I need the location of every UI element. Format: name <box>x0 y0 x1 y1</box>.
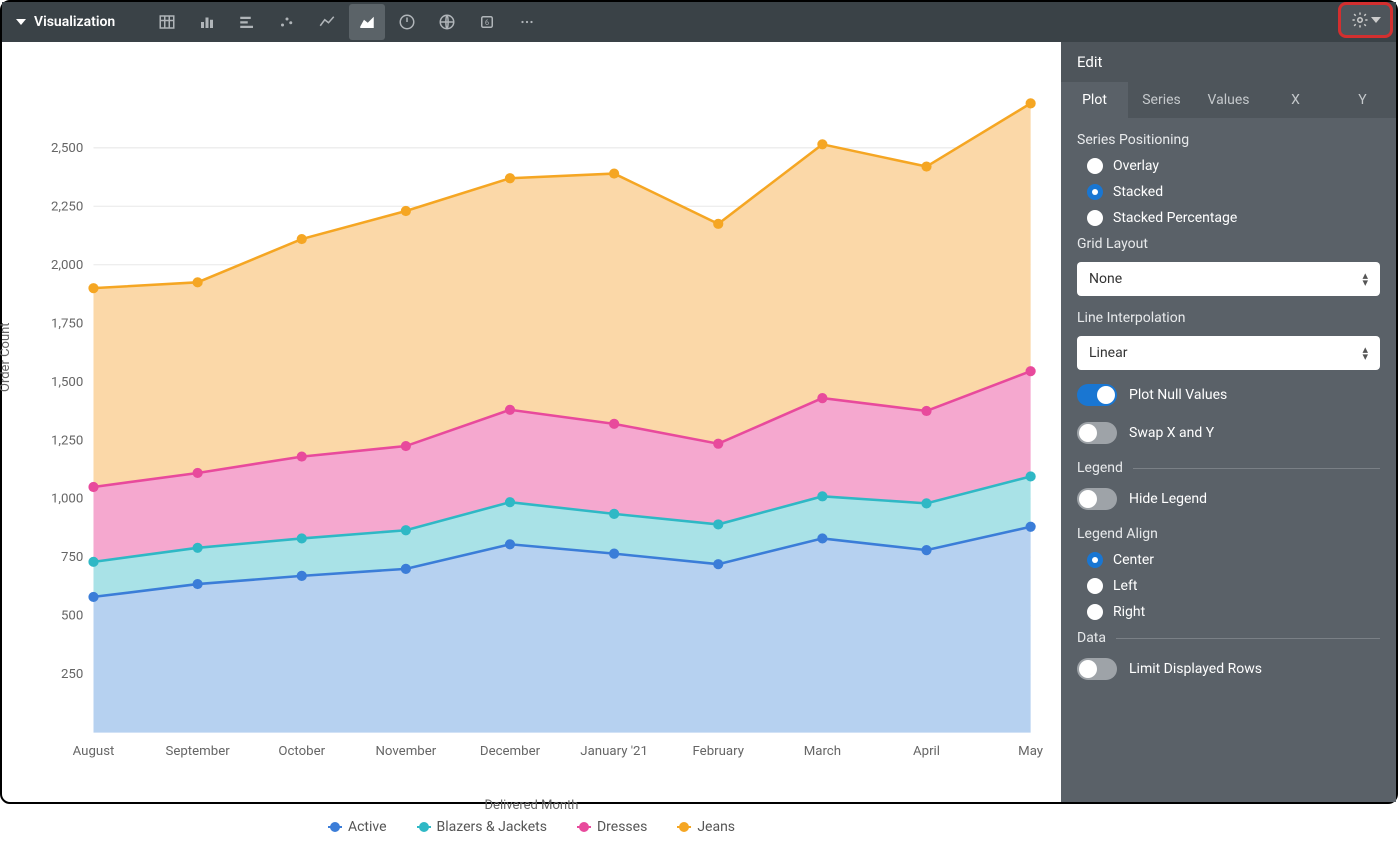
visualization-title-text: Visualization <box>34 14 115 30</box>
svg-text:November: November <box>375 744 436 759</box>
edit-header: Edit <box>1061 42 1396 82</box>
table-icon[interactable] <box>149 4 185 40</box>
series-positioning-label: Series Positioning <box>1077 132 1380 148</box>
limit-rows-toggle[interactable] <box>1077 658 1117 680</box>
legend-label: Blazers & Jackets <box>437 819 547 835</box>
swap-xy-label: Swap X and Y <box>1129 425 1214 441</box>
tab-y[interactable]: Y <box>1329 82 1396 118</box>
edit-panel: Edit PlotSeriesValuesXY Series Positioni… <box>1061 42 1396 802</box>
legend-align-option-label: Center <box>1113 552 1154 568</box>
visualization-title[interactable]: Visualization <box>16 14 115 30</box>
svg-text:1,500: 1,500 <box>51 375 83 390</box>
hide-legend-label: Hide Legend <box>1129 491 1207 507</box>
legend-item-active[interactable]: Active <box>328 819 387 835</box>
x-axis-label: Delivered Month <box>12 798 1051 813</box>
settings-gear-button[interactable] <box>1338 2 1393 38</box>
svg-text:October: October <box>278 744 325 759</box>
svg-text:500: 500 <box>61 609 83 624</box>
radio-icon <box>1087 158 1103 174</box>
radio-icon <box>1087 184 1103 200</box>
caret-down-icon <box>16 19 26 25</box>
caret-down-icon <box>1371 17 1381 23</box>
series-positioning-option-label: Stacked <box>1113 184 1163 200</box>
edit-title: Edit <box>1077 53 1102 71</box>
edit-panel-body: Series Positioning Overlay Stacked Stacked… <box>1061 118 1396 710</box>
more-icon[interactable] <box>509 4 545 40</box>
legend-align-right[interactable]: Right <box>1077 604 1380 620</box>
line-interpolation-select[interactable]: Linear ▴▾ <box>1077 336 1380 370</box>
series-positioning-option-label: Overlay <box>1113 158 1159 174</box>
map-icon[interactable] <box>429 4 465 40</box>
series-positioning-stacked[interactable]: Stacked <box>1077 184 1380 200</box>
legend-label: Active <box>348 819 387 835</box>
plot-null-values-toggle[interactable] <box>1077 384 1117 406</box>
svg-text:February: February <box>693 744 745 759</box>
radio-icon <box>1087 552 1103 568</box>
legend-section-label: Legend <box>1077 460 1380 476</box>
legend-item-blazers-jackets[interactable]: Blazers & Jackets <box>417 819 547 835</box>
plot-null-label: Plot Null Values <box>1129 387 1227 403</box>
chart-legend: Active Blazers & Jackets Dresses Jeans <box>12 813 1051 841</box>
chart-area: Order Count 250 500 750 1,000 1,250 1,500 1,75… <box>2 42 1061 802</box>
limit-rows-label: Limit Displayed Rows <box>1129 661 1262 677</box>
grid-layout-select[interactable]: None ▴▾ <box>1077 262 1380 296</box>
radio-icon <box>1087 210 1103 226</box>
series-positioning-option-label: Stacked Percentage <box>1113 210 1237 226</box>
single-value-icon[interactable]: 6 <box>469 4 505 40</box>
edit-tabs: PlotSeriesValuesXY <box>1061 82 1396 118</box>
svg-text:2,000: 2,000 <box>51 258 83 273</box>
y-axis-label: Order Count <box>0 322 13 392</box>
legend-align-option-label: Left <box>1113 578 1137 594</box>
line-interpolation-label: Line Interpolation <box>1077 310 1380 326</box>
stacked-area-chart: 250 500 750 1,000 1,250 1,500 1,750 2,000 2,250 2… <box>12 62 1051 792</box>
legend-align-option-label: Right <box>1113 604 1145 620</box>
svg-text:2,500: 2,500 <box>51 141 83 156</box>
svg-text:6: 6 <box>485 18 489 27</box>
grid-layout-value: None <box>1089 271 1122 287</box>
data-section-label: Data <box>1077 630 1380 646</box>
legend-align-left[interactable]: Left <box>1077 578 1380 594</box>
tab-x[interactable]: X <box>1262 82 1329 118</box>
series-positioning-overlay[interactable]: Overlay <box>1077 158 1380 174</box>
svg-text:1,750: 1,750 <box>51 316 83 331</box>
visualization-toolbar: Visualization 6 <box>2 2 1396 42</box>
swap-xy-toggle[interactable] <box>1077 422 1117 444</box>
line-chart-icon[interactable] <box>309 4 345 40</box>
svg-text:April: April <box>913 744 940 759</box>
svg-text:January '21: January '21 <box>580 744 648 759</box>
updown-icon: ▴▾ <box>1362 272 1368 286</box>
svg-text:1,000: 1,000 <box>51 492 83 507</box>
hide-legend-toggle[interactable] <box>1077 488 1117 510</box>
svg-text:December: December <box>480 744 541 759</box>
bar-chart-icon[interactable] <box>229 4 265 40</box>
gauge-icon[interactable] <box>389 4 425 40</box>
legend-label: Dresses <box>597 819 647 835</box>
svg-text:September: September <box>166 744 231 759</box>
svg-text:250: 250 <box>61 667 83 682</box>
legend-item-dresses[interactable]: Dresses <box>577 819 647 835</box>
legend-align-center[interactable]: Center <box>1077 552 1380 568</box>
svg-text:August: August <box>73 744 115 759</box>
svg-text:May: May <box>1018 744 1044 759</box>
scatter-chart-icon[interactable] <box>269 4 305 40</box>
radio-icon <box>1087 578 1103 594</box>
svg-text:1,250: 1,250 <box>51 433 83 448</box>
line-interpolation-value: Linear <box>1089 345 1127 361</box>
svg-text:750: 750 <box>61 550 83 565</box>
legend-item-jeans[interactable]: Jeans <box>677 819 735 835</box>
radio-icon <box>1087 604 1103 620</box>
series-positioning-stacked-percentage[interactable]: Stacked Percentage <box>1077 210 1380 226</box>
updown-icon: ▴▾ <box>1362 346 1368 360</box>
area-chart-icon[interactable] <box>349 4 385 40</box>
tab-plot[interactable]: Plot <box>1061 82 1128 118</box>
svg-text:March: March <box>804 744 841 759</box>
legend-label: Jeans <box>697 819 735 835</box>
tab-series[interactable]: Series <box>1128 82 1195 118</box>
column-chart-icon[interactable] <box>189 4 225 40</box>
grid-layout-label: Grid Layout <box>1077 236 1380 252</box>
legend-align-label: Legend Align <box>1077 526 1380 542</box>
tab-values[interactable]: Values <box>1195 82 1262 118</box>
svg-text:2,250: 2,250 <box>51 199 83 214</box>
